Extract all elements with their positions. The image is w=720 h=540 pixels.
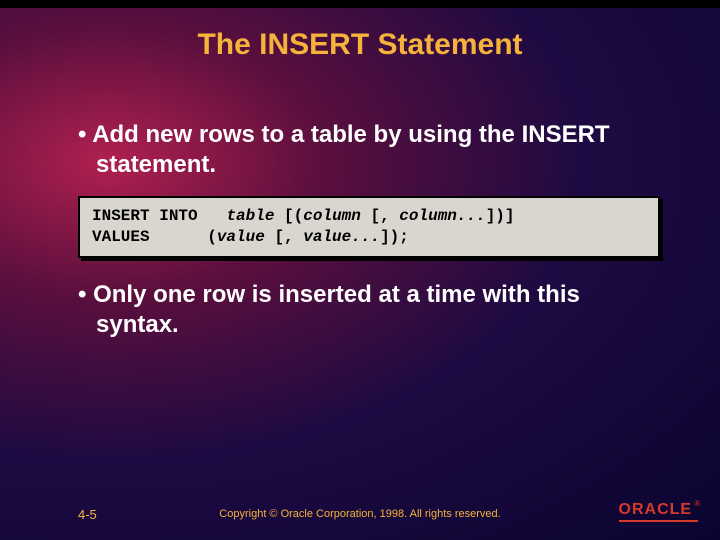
- oracle-logo-underline: [619, 520, 698, 522]
- oracle-logo-text: ORACLE: [619, 501, 693, 518]
- top-bar: [0, 0, 720, 8]
- oracle-logo: ORACLE®: [619, 501, 698, 522]
- bullet-1: Add new rows to a table by using the INS…: [78, 120, 660, 180]
- code-identifier: table: [226, 207, 274, 225]
- copyright-text: Copyright © Oracle Corporation, 1998. Al…: [0, 508, 720, 520]
- code-text: [(: [274, 207, 303, 225]
- code-keyword: INSERT INTO: [92, 207, 198, 225]
- bullet-2: Only one row is inserted at a time with …: [78, 280, 660, 340]
- code-text: ]);: [380, 228, 409, 246]
- code-text: ])]: [486, 207, 515, 225]
- slide-content: Add new rows to a table by using the INS…: [78, 120, 660, 350]
- code-text: [,: [361, 207, 399, 225]
- code-identifier: column: [303, 207, 361, 225]
- code-keyword: VALUES: [92, 228, 150, 246]
- code-identifier: value...: [303, 228, 380, 246]
- registered-icon: ®: [694, 499, 700, 508]
- code-text: [,: [265, 228, 303, 246]
- slide-footer: 4-5 Copyright © Oracle Corporation, 1998…: [0, 496, 720, 522]
- code-identifier: column...: [399, 207, 485, 225]
- code-text: (: [207, 228, 217, 246]
- slide-title: The INSERT Statement: [0, 28, 720, 62]
- code-syntax-box: INSERT INTO table [(column [, column...]…: [78, 196, 660, 258]
- slide: The INSERT Statement Add new rows to a t…: [0, 0, 720, 540]
- code-identifier: value: [217, 228, 265, 246]
